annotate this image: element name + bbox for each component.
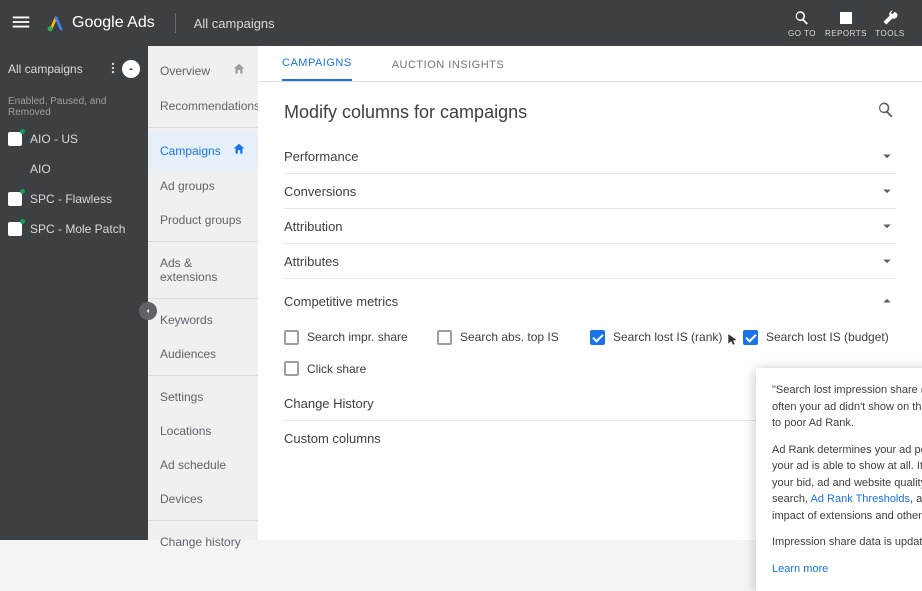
chevron-down-icon [878,182,896,200]
product-logo[interactable]: Google Ads [46,13,155,33]
nav-ads-extensions[interactable]: Ads & extensions [148,246,258,294]
metric-search-impr-share[interactable]: Search impr. share [284,327,437,347]
scope-filter[interactable]: Enabled, Paused, and Removed [0,90,148,124]
metric-search-lost-is-rank[interactable]: Search lost IS (rank) [590,327,743,347]
nav-ad-schedule[interactable]: Ad schedule [148,448,258,482]
secondary-nav: Overview Recommendations Campaigns Ad gr… [148,46,258,540]
metric-search-abs-top-is[interactable]: Search abs. top IS [437,327,590,347]
scope-collapse-icon[interactable] [122,60,140,78]
home-icon [232,62,246,79]
checkbox-icon [284,330,299,345]
account-icon [8,222,22,236]
section-attribution[interactable]: Attribution [284,209,896,243]
goto-tool[interactable]: GO TO [780,9,824,38]
tab-campaigns[interactable]: CAMPAIGNS [282,57,352,81]
content-tabs: CAMPAIGNS AUCTION INSIGHTS [258,46,922,82]
metric-click-share[interactable]: Click share [284,361,437,376]
chevron-up-icon [878,292,896,310]
account-row[interactable]: AIO - US [0,124,148,154]
nav-collapse-handle[interactable] [139,302,157,320]
menu-icon[interactable] [10,11,34,35]
account-icon [8,192,22,206]
content-area: CAMPAIGNS AUCTION INSIGHTS Modify column… [258,46,922,540]
google-ads-icon [46,13,66,33]
nav-recommendations[interactable]: Recommendations [148,89,258,123]
account-row[interactable]: SPC - Mole Patch [0,214,148,244]
checkbox-icon [590,330,605,345]
metric-search-lost-is-budget[interactable]: Search lost IS (budget) [743,327,896,347]
top-bar: Google Ads All campaigns GO TO REPORTS T… [0,0,922,46]
nav-campaigns[interactable]: Campaigns [148,132,258,169]
section-attributes[interactable]: Attributes [284,244,896,278]
checkbox-icon [437,330,452,345]
search-icon[interactable] [876,100,896,125]
checkbox-icon [743,330,758,345]
tab-auction-insights[interactable]: AUCTION INSIGHTS [392,59,505,81]
nav-ad-groups[interactable]: Ad groups [148,169,258,203]
nav-change-history[interactable]: Change history [148,525,258,559]
reports-tool[interactable]: REPORTS [824,9,868,38]
section-conversions[interactable]: Conversions [284,174,896,208]
section-performance[interactable]: Performance [284,139,896,173]
learn-more-link[interactable]: Learn more [772,563,828,575]
tooltip-paragraph: Impression share data is updated daily. [772,534,922,551]
section-competitive-metrics[interactable]: Competitive metrics [284,279,896,323]
tooltip-paragraph: Ad Rank determines your ad position and … [772,442,922,525]
breadcrumb[interactable]: All campaigns [175,13,275,33]
nav-overview[interactable]: Overview [148,52,258,89]
tooltip-paragraph: "Search lost impression share (rank)" es… [772,382,922,432]
chevron-down-icon [878,252,896,270]
help-tooltip: "Search lost impression share (rank)" es… [756,368,922,591]
account-row[interactable]: AIO [0,154,148,184]
nav-devices[interactable]: Devices [148,482,258,516]
home-icon [232,142,246,159]
nav-locations[interactable]: Locations [148,414,258,448]
scope-panel: All campaigns Enabled, Paused, and Remov… [0,46,148,540]
checkbox-icon [284,361,299,376]
chevron-down-icon [878,147,896,165]
nav-settings[interactable]: Settings [148,380,258,414]
chevron-down-icon [878,217,896,235]
tools-tool[interactable]: TOOLS [868,9,912,38]
account-row[interactable]: SPC - Flawless [0,184,148,214]
nav-keywords[interactable]: Keywords [148,303,258,337]
account-icon [8,132,22,146]
nav-product-groups[interactable]: Product groups [148,203,258,237]
page-title: Modify columns for campaigns [284,102,876,123]
scope-more-icon[interactable] [104,61,122,78]
cursor-icon [726,333,740,347]
nav-audiences[interactable]: Audiences [148,337,258,371]
ad-rank-thresholds-link[interactable]: Ad Rank Thresholds [811,493,910,505]
product-name: Google Ads [72,14,155,32]
scope-title[interactable]: All campaigns [8,62,104,76]
